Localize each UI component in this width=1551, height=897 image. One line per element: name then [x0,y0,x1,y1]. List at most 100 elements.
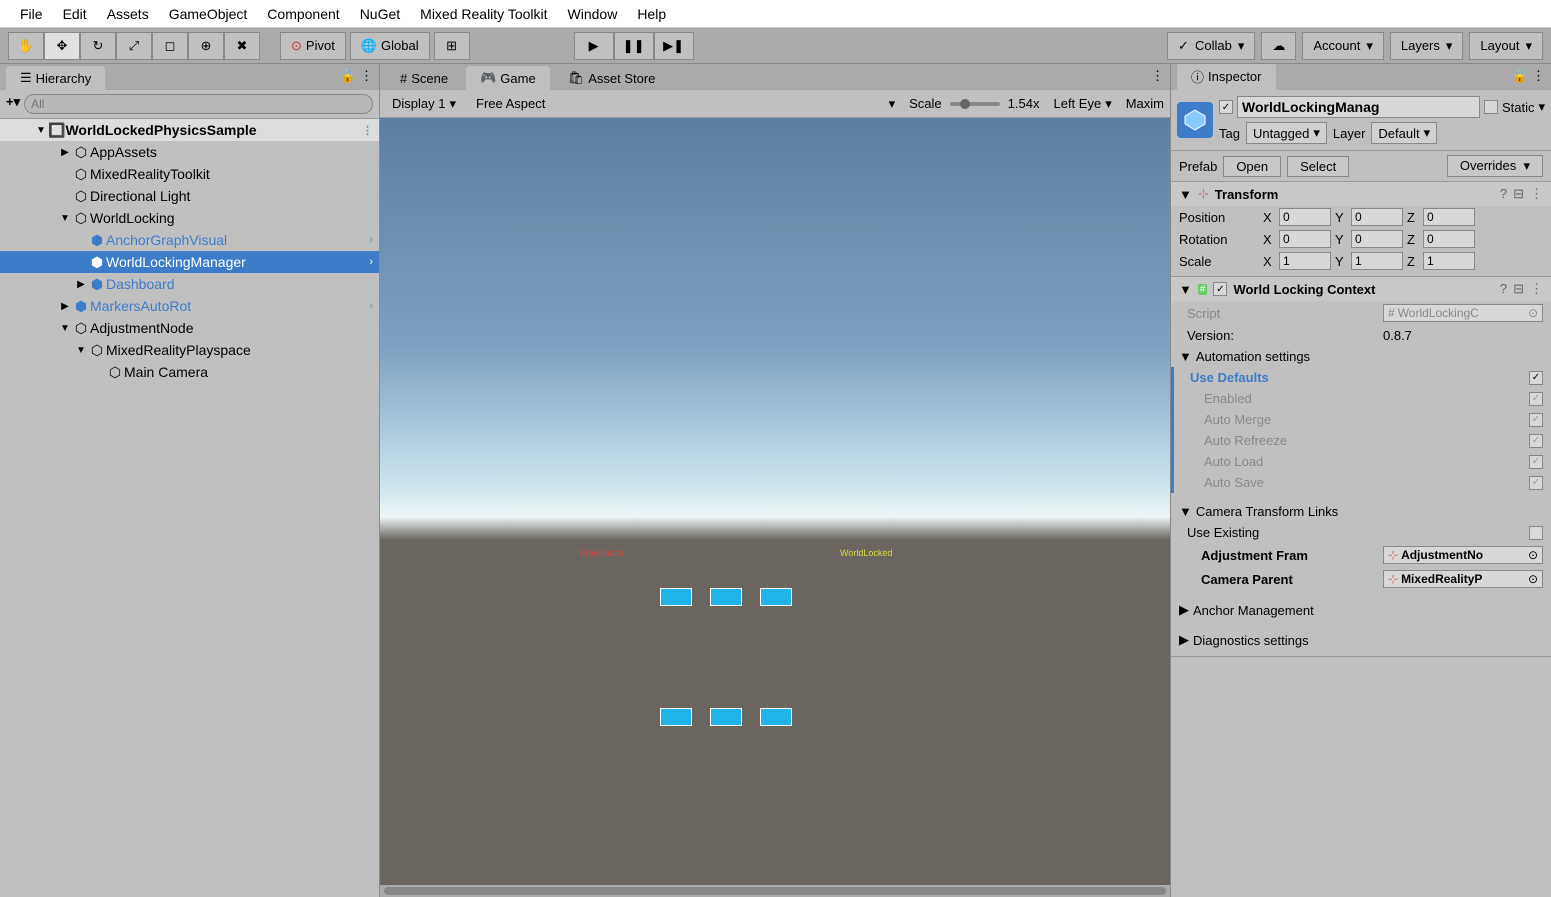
lock-icon[interactable]: 🔒 [1512,68,1528,84]
cam-parent-field[interactable]: ⊹MixedRealityP⊙ [1383,570,1543,588]
account-dropdown[interactable]: Account ▾ [1302,32,1384,60]
hierarchy-search-input[interactable] [24,94,373,114]
use-defaults-checkbox[interactable]: ✓ [1529,371,1543,385]
preset-icon[interactable]: ⊟ [1513,281,1524,297]
transform-header[interactable]: ▼⊹ Transform ?⊟⋮ [1171,182,1551,206]
scene-root[interactable]: ▼🔲 WorldLockedPhysicsSample⋮ [0,119,379,141]
snap-toggle[interactable]: ⊞ [434,32,470,60]
pivot-toggle[interactable]: ⊙Pivot [280,32,346,60]
pause-button[interactable]: ❚❚ [614,32,654,60]
pos-z-input[interactable] [1423,208,1475,226]
menu-edit[interactable]: Edit [53,6,97,22]
autosave-checkbox[interactable]: ✓ [1529,476,1543,490]
wlc-enabled-checkbox[interactable]: ✓ [1213,282,1227,296]
scale-tool[interactable]: ⤢ [116,32,152,60]
automerge-checkbox[interactable]: ✓ [1529,413,1543,427]
pos-y-input[interactable] [1351,208,1403,226]
scale-slider[interactable] [950,102,1000,106]
layer-dropdown[interactable]: Default ▾ [1371,122,1437,144]
preset-icon[interactable]: ⊟ [1513,186,1524,202]
hierarchy-tab[interactable]: ☰ Hierarchy [6,66,105,90]
anchor-mgmt-header[interactable]: ▶Anchor Management [1171,599,1551,621]
cloud-button[interactable]: ☁ [1261,32,1296,60]
tree-anchorgraph[interactable]: ⬢AnchorGraphVisual› [0,229,379,251]
game-button [710,708,742,726]
rect-tool[interactable]: ◻ [152,32,188,60]
menu-gameobject[interactable]: GameObject [159,6,258,22]
menu-icon[interactable]: ⋮ [1530,281,1543,297]
rot-x-input[interactable] [1279,230,1331,248]
help-icon[interactable]: ? [1500,281,1507,297]
diagnostics-header[interactable]: ▶Diagnostics settings [1171,629,1551,656]
step-button[interactable]: ▶❚ [654,32,694,60]
display-dropdown[interactable]: Display 1 ▾ [386,94,462,114]
rot-z-input[interactable] [1423,230,1475,248]
layer-label: Layer [1333,126,1366,141]
rotate-tool[interactable]: ↻ [80,32,116,60]
aspect-dropdown[interactable]: Free Aspect▾ [470,94,901,114]
scale-x-input[interactable] [1279,252,1331,270]
use-existing-checkbox[interactable] [1529,526,1543,540]
tree-wlmanager[interactable]: ⬢WorldLockingManager› [0,251,379,273]
menu-component[interactable]: Component [257,6,349,22]
help-icon[interactable]: ? [1500,186,1507,202]
camera-links-header[interactable]: ▼Camera Transform Links [1171,501,1551,522]
enabled-checkbox[interactable]: ✓ [1529,392,1543,406]
maximize-label[interactable]: Maxim [1126,96,1164,111]
menu-nuget[interactable]: NuGet [350,6,410,22]
autoload-checkbox[interactable]: ✓ [1529,455,1543,469]
pos-x-input[interactable] [1279,208,1331,226]
game-tab[interactable]: 🎮 Game [466,66,550,90]
automation-header[interactable]: ▼Automation settings [1171,346,1551,367]
enabled-label: Enabled [1204,391,1523,406]
tree-adjnode[interactable]: ▼⬡AdjustmentNode [0,317,379,339]
menu-mrtoolkit[interactable]: Mixed Reality Toolkit [410,6,557,22]
scene-tab[interactable]: # Scene [386,67,462,90]
menu-icon[interactable]: ⋮ [1151,68,1164,84]
autorefreeze-checkbox[interactable]: ✓ [1529,434,1543,448]
menu-icon[interactable]: ⋮ [1530,186,1543,202]
transform-tool[interactable]: ⊕ [188,32,224,60]
hand-tool[interactable]: ✋ [8,32,44,60]
tree-mrtoolkit[interactable]: ⬡MixedRealityToolkit [0,163,379,185]
tag-dropdown[interactable]: Untagged▾ [1246,122,1327,144]
horizontal-scrollbar[interactable] [380,885,1170,897]
rot-y-input[interactable] [1351,230,1403,248]
create-dropdown[interactable]: +▾ [6,94,20,114]
menu-assets[interactable]: Assets [97,6,159,22]
version-value: 0.8.7 [1383,328,1543,343]
custom-tool[interactable]: ✖ [224,32,260,60]
menu-help[interactable]: Help [627,6,676,22]
tree-markers[interactable]: ▶⬢MarkersAutoRot› [0,295,379,317]
scale-y-input[interactable] [1351,252,1403,270]
layers-dropdown[interactable]: Layers ▾ [1390,32,1464,60]
tree-playspace[interactable]: ▼⬡MixedRealityPlayspace [0,339,379,361]
adj-frame-field[interactable]: ⊹AdjustmentNo⊙ [1383,546,1543,564]
tree-camera[interactable]: ⬡Main Camera [0,361,379,383]
menu-window[interactable]: Window [558,6,628,22]
play-button[interactable]: ▶ [574,32,614,60]
move-tool[interactable]: ✥ [44,32,80,60]
menu-file[interactable]: File [10,6,53,22]
lock-icon[interactable]: 🔒 [340,68,356,84]
prefab-overrides-button[interactable]: Overrides ▾ [1447,155,1543,177]
menu-icon[interactable]: ⋮ [1532,68,1545,84]
prefab-select-button[interactable]: Select [1287,156,1349,177]
wlc-header[interactable]: ▼# ✓ World Locking Context ?⊟⋮ [1171,277,1551,301]
menu-icon[interactable]: ⋮ [360,68,373,84]
collab-dropdown[interactable]: ✓ Collab ▾ [1167,32,1255,60]
layout-dropdown[interactable]: Layout ▾ [1469,32,1543,60]
eye-dropdown[interactable]: Left Eye ▾ [1047,94,1117,114]
inspector-tab[interactable]: ⓘ Inspector [1177,64,1276,90]
assetstore-tab[interactable]: 🛍 Asset Store [554,66,670,90]
gameobject-name-input[interactable] [1237,96,1480,118]
tree-dashboard[interactable]: ▶⬢Dashboard [0,273,379,295]
prefab-open-button[interactable]: Open [1223,156,1281,177]
active-checkbox[interactable]: ✓ [1219,100,1233,114]
tree-dirlight[interactable]: ⬡Directional Light [0,185,379,207]
global-toggle[interactable]: 🌐Global [350,32,430,60]
static-checkbox[interactable] [1484,100,1498,114]
tree-appassets[interactable]: ▶⬡AppAssets [0,141,379,163]
scale-z-input[interactable] [1423,252,1475,270]
tree-worldlocking[interactable]: ▼⬡WorldLocking [0,207,379,229]
